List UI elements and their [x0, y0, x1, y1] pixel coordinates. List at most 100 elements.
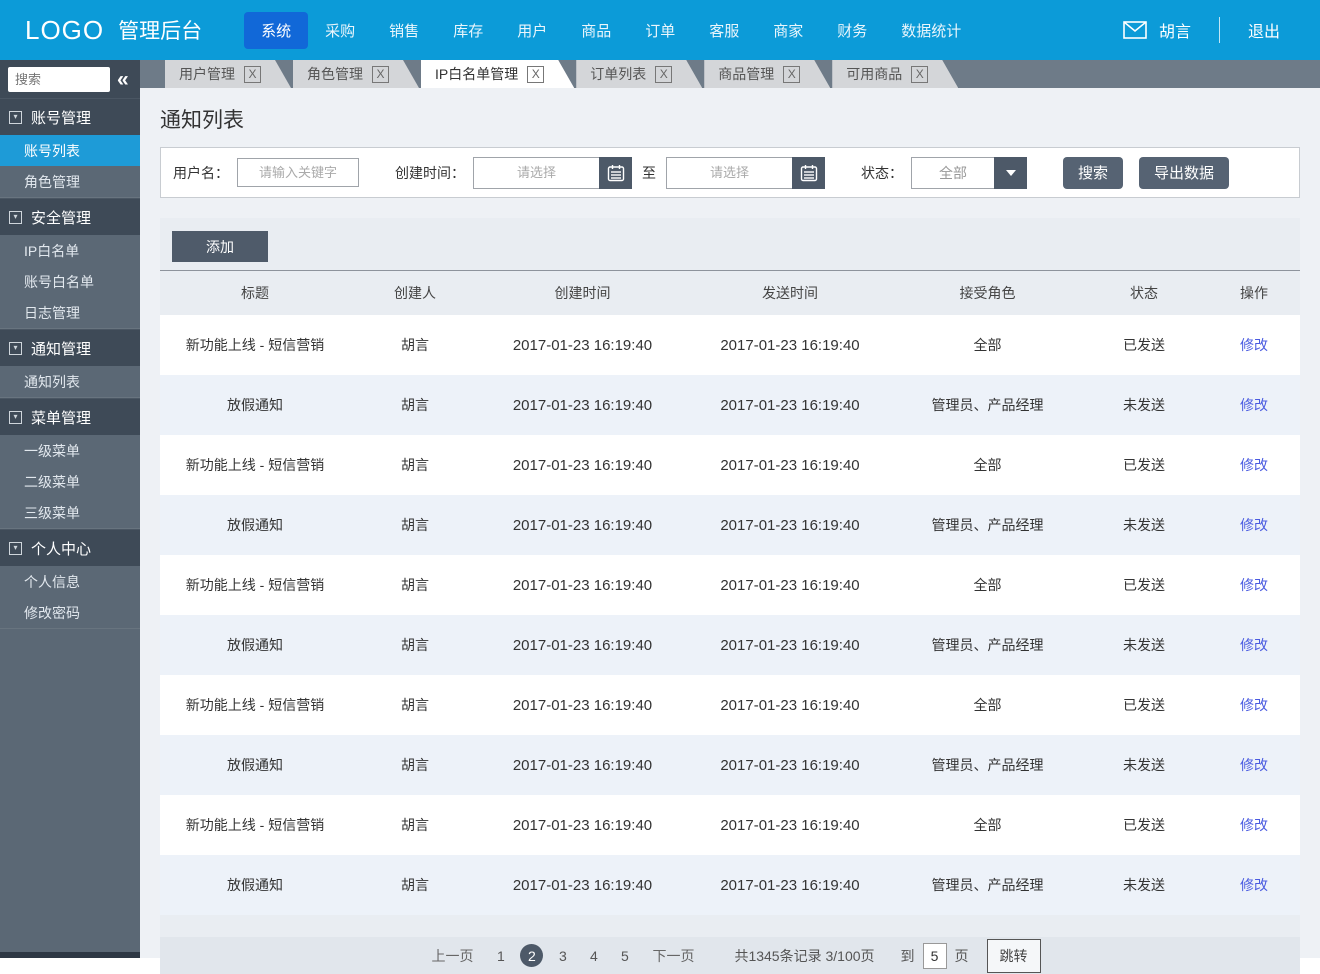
sidebar-search-input[interactable] [8, 67, 110, 92]
nav-item[interactable]: 库存 [436, 12, 500, 49]
page-number[interactable]: 4 [582, 944, 605, 967]
sidebar-item-role-management[interactable]: 角色管理 [0, 166, 140, 197]
date-to-picker-button[interactable] [792, 156, 825, 189]
sidebar-item-log-management[interactable]: 日志管理 [0, 297, 140, 328]
edit-link[interactable]: 修改 [1240, 397, 1268, 413]
sidebar-item-ip-whitelist[interactable]: IP白名单 [0, 235, 140, 266]
nav-item[interactable]: 数据统计 [884, 12, 978, 49]
cell-created: 2017-01-23 16:19:40 [512, 696, 653, 714]
close-icon[interactable]: X [527, 66, 544, 83]
col-creator: 创建人 [394, 285, 436, 301]
sidebar-item-notification-list[interactable]: 通知列表 [0, 366, 140, 397]
cell-status: 已发送 [1123, 457, 1165, 473]
date-from-picker-button[interactable] [599, 156, 632, 189]
cell-roles: 全部 [973, 577, 1002, 593]
nav-item[interactable]: 采购 [308, 12, 372, 49]
sidebar-item-account-list[interactable]: 账号列表 [0, 135, 140, 166]
cell-status: 已发送 [1123, 577, 1165, 593]
logout-button[interactable]: 退出 [1248, 18, 1280, 42]
sidebar-item-profile[interactable]: 个人信息 [0, 566, 140, 597]
tab[interactable]: 订单列表 X [576, 60, 702, 88]
add-button[interactable]: 添加 [172, 231, 268, 262]
cell-status: 已发送 [1123, 337, 1165, 353]
nav-item[interactable]: 销售 [372, 12, 436, 49]
sidebar-section-header-account[interactable]: ▾ 账号管理 [0, 98, 140, 135]
jump-button[interactable]: 跳转 [986, 938, 1041, 973]
status-select[interactable]: 全部 [911, 156, 1027, 189]
col-status: 状态 [1130, 285, 1158, 301]
table-row: 新功能上线 - 短信营销 胡言 2017-01-23 16:19:40 2017… [160, 675, 1300, 735]
main-area: 用户管理 X 角色管理 X IP白名单管理 X 订单列表 X 商品管理 X 可用… [140, 60, 1320, 974]
page-number[interactable]: 5 [613, 944, 636, 967]
tab[interactable]: 可用商品 X [832, 60, 958, 88]
nav-item[interactable]: 客服 [692, 12, 756, 49]
edit-link[interactable]: 修改 [1240, 697, 1268, 713]
goto-page-input[interactable] [922, 942, 947, 969]
filter-panel: 用户名： 创建时间： [160, 147, 1300, 198]
collapse-sidebar-icon[interactable]: « [117, 69, 129, 90]
nav-item[interactable]: 订单 [628, 12, 692, 49]
edit-link[interactable]: 修改 [1240, 577, 1268, 593]
cell-creator: 胡言 [401, 697, 429, 713]
cell-created: 2017-01-23 16:19:40 [512, 456, 653, 474]
edit-link[interactable]: 修改 [1240, 877, 1268, 893]
nav-item[interactable]: 用户 [500, 12, 564, 49]
cell-roles: 管理员、产品经理 [931, 517, 1044, 533]
sidebar-item-change-password[interactable]: 修改密码 [0, 597, 140, 628]
date-to-input[interactable] [666, 156, 792, 189]
tab-label: 用户管理 [179, 66, 235, 82]
page-number[interactable]: 3 [551, 944, 574, 967]
edit-link[interactable]: 修改 [1240, 757, 1268, 773]
nav-item[interactable]: 商家 [756, 12, 820, 49]
close-icon[interactable]: X [783, 66, 800, 83]
date-from-input[interactable] [473, 156, 599, 189]
close-icon[interactable]: X [911, 66, 928, 83]
sidebar-item-menu-level-1[interactable]: 一级菜单 [0, 435, 140, 466]
status-select-button[interactable] [994, 156, 1027, 189]
username-input[interactable] [237, 158, 359, 187]
current-user[interactable]: 胡言 [1159, 18, 1191, 42]
sidebar-section-header-menu[interactable]: ▾ 菜单管理 [0, 398, 140, 435]
nav-item[interactable]: 系统 [244, 11, 309, 49]
close-icon[interactable]: X [655, 66, 672, 83]
sidebar-item-menu-level-2[interactable]: 二级菜单 [0, 466, 140, 497]
export-data-button[interactable]: 导出数据 [1139, 156, 1230, 189]
cell-sent: 2017-01-23 16:19:40 [720, 816, 860, 834]
tab[interactable]: 角色管理 X [293, 60, 419, 88]
sidebar-section-header-notification[interactable]: ▾ 通知管理 [0, 329, 140, 366]
sidebar-item-menu-level-3[interactable]: 三级菜单 [0, 497, 140, 528]
page-number[interactable]: 1 [489, 944, 512, 967]
close-icon[interactable]: X [244, 66, 261, 83]
edit-link[interactable]: 修改 [1240, 517, 1268, 533]
edit-link[interactable]: 修改 [1240, 337, 1268, 353]
mail-icon[interactable] [1123, 21, 1147, 39]
prev-page-button[interactable]: 上一页 [431, 946, 473, 966]
edit-link[interactable]: 修改 [1240, 637, 1268, 653]
cell-roles: 管理员、产品经理 [931, 877, 1044, 893]
cell-creator: 胡言 [401, 397, 429, 413]
edit-link[interactable]: 修改 [1240, 817, 1268, 833]
tab[interactable]: IP白名单管理 X [421, 60, 574, 88]
edit-link[interactable]: 修改 [1240, 457, 1268, 473]
cell-sent: 2017-01-23 16:19:40 [720, 576, 860, 594]
sidebar-section-header-security[interactable]: ▾ 安全管理 [0, 198, 140, 235]
nav-item[interactable]: 财务 [820, 12, 884, 49]
cell-sent: 2017-01-23 16:19:40 [720, 516, 860, 534]
close-icon[interactable]: X [372, 66, 389, 83]
tab[interactable]: 商品管理 X [704, 60, 830, 88]
cell-creator: 胡言 [401, 877, 429, 893]
cell-title: 放假通知 [227, 757, 283, 773]
records-summary: 共1345条记录 3/100页 [734, 947, 875, 964]
cell-status: 未发送 [1123, 877, 1165, 893]
cell-title: 放假通知 [227, 637, 283, 653]
tab[interactable]: 用户管理 X [165, 60, 291, 88]
nav-item[interactable]: 商品 [564, 12, 628, 49]
search-button[interactable]: 搜索 [1063, 156, 1124, 189]
cell-creator: 胡言 [401, 817, 429, 833]
next-page-button[interactable]: 下一页 [652, 946, 694, 966]
sidebar-item-account-whitelist[interactable]: 账号白名单 [0, 266, 140, 297]
cell-created: 2017-01-23 16:19:40 [512, 336, 653, 354]
sidebar-section-header-personal[interactable]: ▾ 个人中心 [0, 529, 140, 566]
cell-created: 2017-01-23 16:19:40 [512, 876, 653, 894]
page-number[interactable]: 2 [520, 944, 544, 967]
